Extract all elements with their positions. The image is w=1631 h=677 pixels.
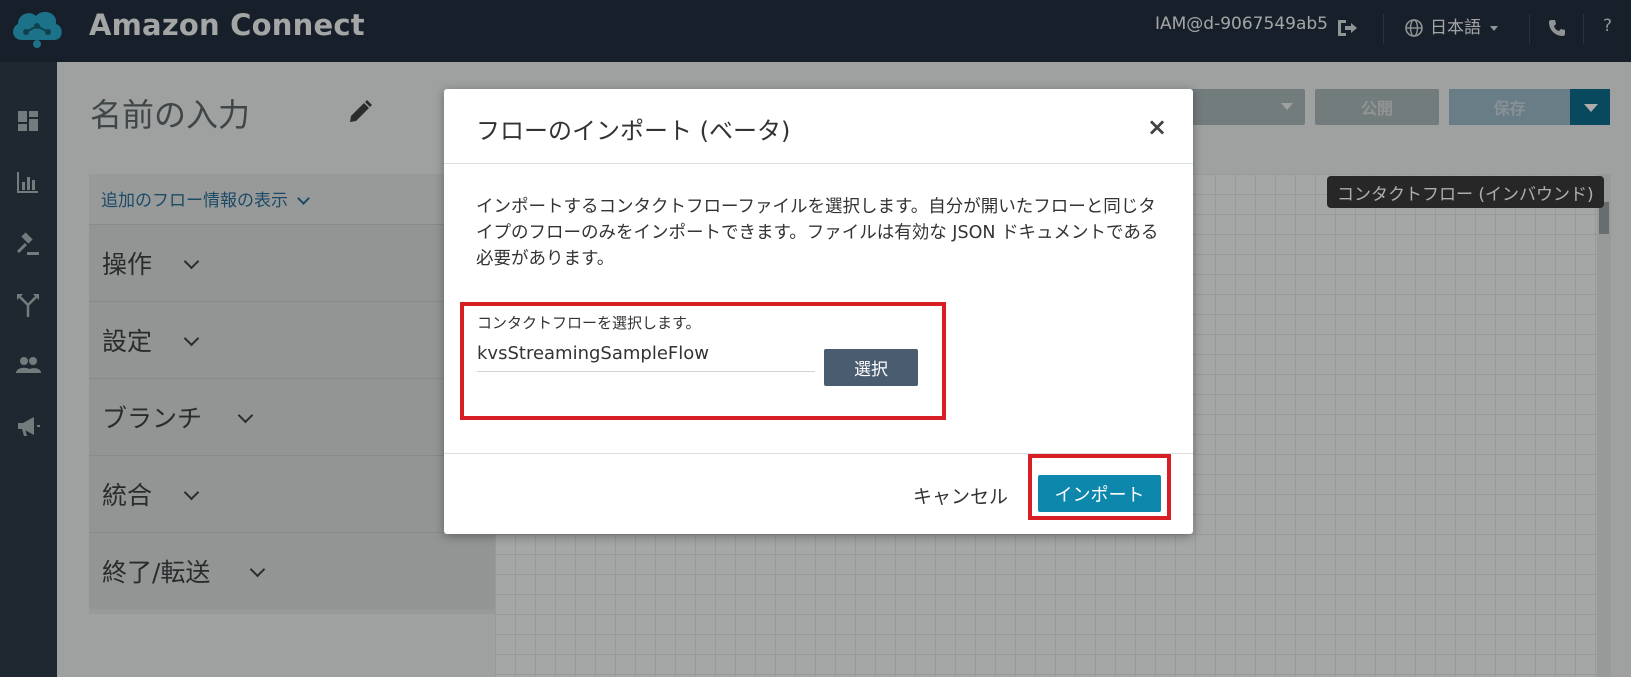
selected-file-name: kvsStreamingSampleFlow	[477, 343, 709, 364]
dialog-title: フローのインポート (ベータ)	[476, 117, 791, 145]
dialog-divider	[444, 163, 1193, 164]
close-icon[interactable]: ×	[1147, 113, 1167, 141]
dialog-description: インポートするコンタクトフローファイルを選択します。自分が開いたフローと同じタイ…	[476, 197, 1159, 269]
import-button[interactable]: インポート	[1038, 475, 1161, 512]
cancel-button[interactable]: キャンセル	[913, 482, 1008, 509]
file-field-underline	[477, 371, 815, 372]
file-select-label: コンタクトフローを選択します。	[477, 314, 701, 332]
choose-file-button[interactable]: 選択	[824, 349, 918, 386]
import-flow-dialog: フローのインポート (ベータ) × インポートするコンタクトフローファイルを選択…	[444, 89, 1193, 534]
